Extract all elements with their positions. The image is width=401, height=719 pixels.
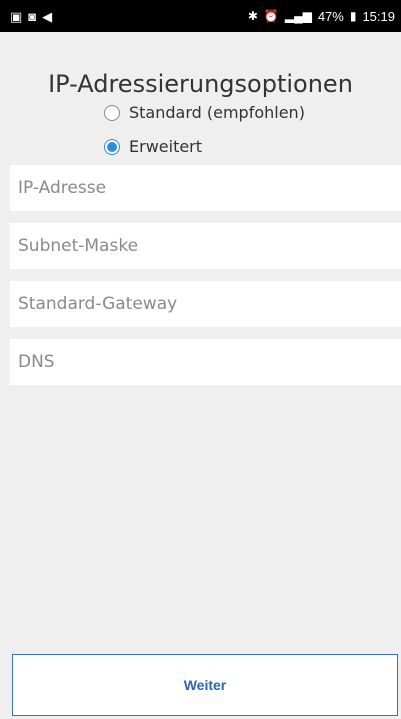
bluetooth-icon: ✱ [247,9,258,23]
radio-label-standard: Standard (empfohlen) [129,103,305,122]
send-icon: ◀ [42,8,53,24]
battery-icon: ▮ [349,9,357,23]
status-right: ✱ ⏰ ▂▄▆ 47% ▮ 15:19 [248,9,395,24]
radio-button-advanced[interactable] [104,138,120,155]
dns-field[interactable] [10,339,401,385]
subnet-mask-field[interactable] [10,223,401,269]
battery-percent: 47% [317,8,344,24]
alarm-icon: ⏰ [263,9,279,23]
radio-label-advanced: Erweitert [129,137,203,156]
default-gateway-field[interactable] [10,281,401,327]
headset-icon: ◙ [28,8,37,24]
status-bar: ▣ ◙ ◀ ✱ ⏰ ▂▄▆ 47% ▮ 15:19 [0,0,401,32]
ip-address-field[interactable] [10,165,401,211]
radio-advanced[interactable]: Erweitert [104,137,202,156]
signal-icon: ▂▄▆ [284,9,312,23]
radio-standard[interactable]: Standard (empfohlen) [104,103,305,122]
next-button[interactable]: Weiter [12,654,398,716]
page-title: IP-Adressierungsoptionen [48,70,353,98]
image-icon: ▣ [10,8,23,24]
status-left: ▣ ◙ ◀ [10,10,52,23]
radio-button-standard[interactable] [104,104,120,121]
clock: 15:19 [362,8,395,24]
